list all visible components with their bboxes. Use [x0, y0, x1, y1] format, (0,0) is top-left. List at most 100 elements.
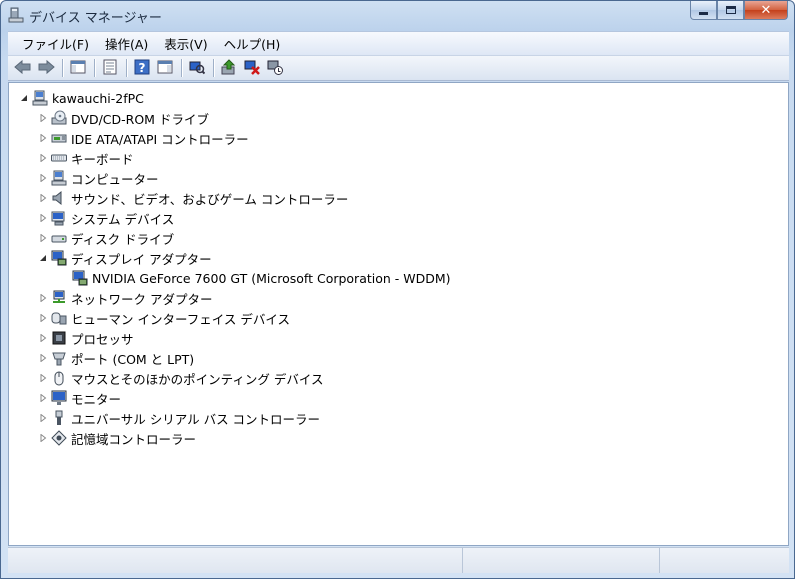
display-adapter-icon: [51, 250, 67, 266]
back-arrow-icon: [14, 59, 32, 78]
window-title: デバイス マネージャー: [29, 11, 162, 26]
tree-item-category[interactable]: ネットワーク アダプター: [38, 288, 212, 308]
expand-triangle-icon[interactable]: [38, 433, 48, 443]
tree-root-computer[interactable]: kawauchi-2fPC: [19, 88, 144, 108]
tree-item-category[interactable]: プロセッサ: [38, 328, 134, 348]
tree-item-label: ユニバーサル シリアル バス コントローラー: [71, 411, 321, 427]
tree-item-label: ネットワーク アダプター: [71, 291, 213, 307]
tree-item-category[interactable]: ヒューマン インターフェイス デバイス: [38, 308, 290, 328]
update-driver-button[interactable]: [218, 58, 240, 78]
tree-item-label: DVD/CD-ROM ドライブ: [71, 111, 209, 127]
forward-arrow-icon: [37, 59, 55, 78]
expand-triangle-icon[interactable]: [38, 133, 48, 143]
expand-triangle-icon[interactable]: [38, 393, 48, 403]
menu-action[interactable]: 操作(A): [97, 32, 156, 55]
device-manager-app-icon[interactable]: [8, 7, 24, 23]
tree-item-category[interactable]: キーボード: [38, 148, 134, 168]
tree-item-category[interactable]: 記憶域コントローラー: [38, 428, 196, 448]
toolbar: ?: [8, 55, 789, 81]
status-pane-tertiary: [660, 548, 789, 573]
expand-triangle-icon[interactable]: [38, 213, 48, 223]
status-bar: [8, 547, 789, 573]
disable-button[interactable]: [264, 58, 286, 78]
tree-item-device[interactable]: NVIDIA GeForce 7600 GT (Microsoft Corpor…: [59, 268, 451, 288]
tree-item-category[interactable]: システム デバイス: [38, 208, 174, 228]
hid-icon: [51, 310, 67, 326]
expand-triangle-icon[interactable]: [38, 153, 48, 163]
monitor-icon: [51, 390, 67, 406]
expand-triangle-icon[interactable]: [38, 313, 48, 323]
tree-item-category[interactable]: ディスク ドライブ: [38, 228, 174, 248]
expand-triangle-icon[interactable]: [38, 353, 48, 363]
collapse-triangle-icon[interactable]: [19, 93, 29, 103]
maximize-icon: [725, 6, 736, 14]
show-hide-console-tree-button[interactable]: [67, 58, 89, 78]
title-bar[interactable]: デバイス マネージャー ✕: [1, 1, 794, 29]
system-device-icon: [51, 210, 67, 226]
mouse-icon: [51, 370, 67, 386]
tree-item-category[interactable]: DVD/CD-ROM ドライブ: [38, 108, 209, 128]
expand-triangle-icon[interactable]: [38, 293, 48, 303]
caption-buttons: ✕: [690, 1, 788, 21]
collapse-triangle-icon[interactable]: [38, 253, 48, 263]
tree-item-category[interactable]: マウスとそのほかのポインティング デバイス: [38, 368, 323, 388]
minimize-button[interactable]: [690, 1, 717, 20]
action-pane-icon: [157, 59, 173, 78]
tree-item-category[interactable]: コンピューター: [38, 168, 159, 188]
close-button[interactable]: ✕: [744, 1, 788, 20]
tree-item-category[interactable]: ディスプレイ アダプター: [38, 248, 212, 268]
tree-item-category[interactable]: IDE ATA/ATAPI コントローラー: [38, 128, 249, 148]
expand-triangle-icon[interactable]: [38, 413, 48, 423]
status-pane-main: [8, 548, 463, 573]
properties-icon: [102, 59, 118, 78]
tree-item-category[interactable]: モニター: [38, 388, 121, 408]
tree-item-label: サウンド、ビデオ、およびゲーム コントローラー: [71, 191, 349, 207]
tree-item-label: 記憶域コントローラー: [71, 431, 197, 447]
show-action-pane-button[interactable]: [154, 58, 176, 78]
storage-controller-icon: [51, 430, 67, 446]
menu-bar: ファイル(F) 操作(A) 表示(V) ヘルプ(H): [8, 31, 789, 55]
usb-icon: [51, 410, 67, 426]
disk-drive-icon: [51, 230, 67, 246]
toolbar-separator: [126, 59, 127, 77]
tree-item-category[interactable]: ポート (COM と LPT): [38, 348, 194, 368]
computer-icon: [32, 90, 48, 106]
tree-item-label: キーボード: [71, 151, 134, 167]
processor-icon: [51, 330, 67, 346]
expand-triangle-icon[interactable]: [38, 193, 48, 203]
tree-item-category[interactable]: ユニバーサル シリアル バス コントローラー: [38, 408, 320, 428]
tree-item-label: コンピューター: [71, 171, 159, 187]
properties-button[interactable]: [99, 58, 121, 78]
scan-hardware-changes-button[interactable]: [186, 58, 208, 78]
network-adapter-icon: [51, 290, 67, 306]
port-icon: [51, 350, 67, 366]
help-icon: ?: [134, 59, 150, 78]
uninstall-button[interactable]: [241, 58, 263, 78]
tree-item-label: システム デバイス: [71, 211, 175, 227]
expand-triangle-icon[interactable]: [38, 113, 48, 123]
help-button[interactable]: ?: [131, 58, 153, 78]
minimize-icon: [699, 11, 708, 15]
expand-triangle-icon[interactable]: [38, 333, 48, 343]
forward-button[interactable]: [35, 58, 57, 78]
menu-file[interactable]: ファイル(F): [14, 32, 97, 55]
maximize-button[interactable]: [717, 1, 744, 20]
back-button[interactable]: [12, 58, 34, 78]
menu-view[interactable]: 表示(V): [156, 32, 215, 55]
toolbar-separator: [62, 59, 63, 77]
tree-item-label: モニター: [71, 391, 122, 407]
menu-help[interactable]: ヘルプ(H): [216, 32, 289, 55]
tree-item-label: ヒューマン インターフェイス デバイス: [71, 311, 290, 327]
tree-item-label: kawauchi-2fPC: [52, 90, 144, 106]
expand-triangle-icon[interactable]: [38, 233, 48, 243]
ide-controller-icon: [51, 130, 67, 146]
tree-item-label: ディスプレイ アダプター: [71, 251, 212, 267]
tree-item-category[interactable]: サウンド、ビデオ、およびゲーム コントローラー: [38, 188, 348, 208]
toolbar-separator: [181, 59, 182, 77]
computer-icon: [51, 170, 67, 186]
expand-triangle-icon[interactable]: [38, 173, 48, 183]
expand-triangle-icon[interactable]: [38, 373, 48, 383]
toolbar-separator: [213, 59, 214, 77]
device-tree[interactable]: kawauchi-2fPC DVD/CD-ROM ドライブ IDE ATA/ATAP…: [8, 82, 789, 546]
toolbar-separator: [94, 59, 95, 77]
